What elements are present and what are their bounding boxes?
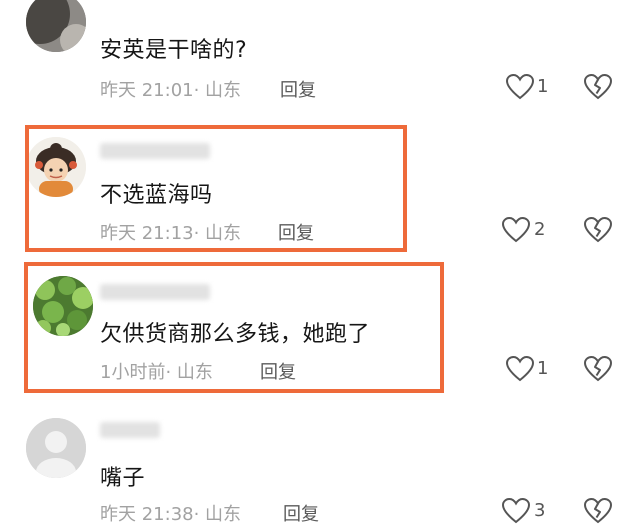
avatar[interactable] — [26, 418, 86, 478]
comment-time: 1小时前 — [100, 362, 166, 383]
heart-outline-icon[interactable] — [502, 498, 530, 524]
username-blurred[interactable] — [100, 143, 210, 159]
heart-outline-icon[interactable] — [506, 74, 534, 100]
heart-outline-icon[interactable] — [506, 356, 534, 382]
comment-meta: 昨天 21:01· 山东 — [100, 76, 241, 102]
reply-button[interactable]: 回复 — [260, 358, 296, 384]
like-count: 1 — [537, 76, 549, 97]
comment-text: 安英是干啥的? — [100, 38, 248, 63]
comment-time: 昨天 21:01 — [100, 80, 194, 101]
comment-text: 欠供货商那么多钱，她跑了 — [100, 322, 371, 347]
comment-meta: 昨天 21:38· 山东 — [100, 500, 241, 526]
avatar[interactable] — [26, 0, 86, 52]
like-count: 3 — [534, 500, 546, 521]
comment-time: 昨天 21:38 — [100, 504, 194, 525]
reply-button[interactable]: 回复 — [278, 219, 314, 245]
username-blurred[interactable] — [100, 422, 160, 438]
like-count: 1 — [537, 358, 549, 379]
avatar[interactable] — [33, 276, 93, 336]
avatar[interactable] — [26, 137, 86, 197]
comment-item: 欠供货商那么多钱，她跑了 1小时前· 山东 回复 1 — [0, 262, 640, 392]
comment-text: 不选蓝海吗 — [100, 183, 213, 208]
comment-text: 嘴子 — [100, 466, 146, 491]
comment-item: 安英是干啥的? 昨天 21:01· 山东 回复 1 — [0, 0, 640, 110]
broken-heart-icon[interactable] — [584, 74, 612, 100]
comment-item: 嘴子 昨天 21:38· 山东 回复 3 — [0, 410, 640, 532]
broken-heart-icon[interactable] — [584, 498, 612, 524]
comment-location: · 山东 — [165, 362, 213, 383]
comment-time: 昨天 21:13 — [100, 223, 194, 244]
broken-heart-icon[interactable] — [584, 356, 612, 382]
like-count: 2 — [534, 219, 546, 240]
username-blurred[interactable] — [100, 284, 210, 300]
heart-outline-icon[interactable] — [502, 217, 530, 243]
comment-location: · 山东 — [193, 223, 242, 244]
comment-location: · 山东 — [193, 80, 242, 101]
comment-item: 不选蓝海吗 昨天 21:13· 山东 回复 2 — [0, 125, 640, 255]
reply-button[interactable]: 回复 — [280, 76, 316, 102]
comment-meta: 昨天 21:13· 山东 — [100, 219, 241, 245]
broken-heart-icon[interactable] — [584, 217, 612, 243]
comment-meta: 1小时前· 山东 — [100, 358, 213, 384]
comment-location: · 山东 — [193, 504, 242, 525]
reply-button[interactable]: 回复 — [283, 500, 319, 526]
